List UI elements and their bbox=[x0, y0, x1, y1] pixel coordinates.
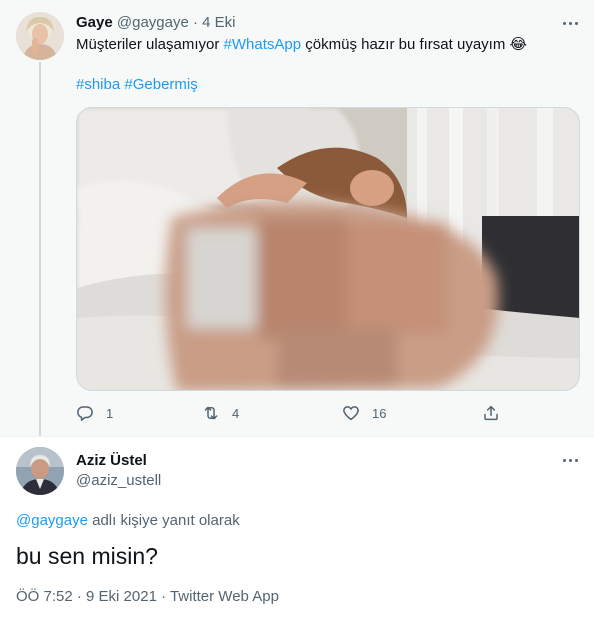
divider bbox=[0, 436, 594, 437]
laughing-emoji-icon: 😂 bbox=[509, 36, 528, 53]
tweet-text-start: Müşteriler ulaşamıyor bbox=[76, 36, 224, 53]
tweet-text: Müşteriler ulaşamıyor #WhatsApp çökmüş h… bbox=[76, 35, 527, 55]
replying-to-suffix: adlı kişiye yanıt olarak bbox=[87, 512, 240, 529]
author-handle[interactable]: @gaygaye bbox=[117, 14, 189, 31]
like-icon bbox=[343, 406, 359, 421]
share-button[interactable] bbox=[482, 402, 500, 424]
tweet-header: Gaye @gaygaye · 4 Eki bbox=[76, 13, 236, 33]
retweet-icon bbox=[204, 406, 218, 420]
reply-count: 1 bbox=[106, 405, 114, 421]
reply-text: bu sen misin? bbox=[16, 543, 158, 569]
replying-to-handle[interactable]: @gaygaye bbox=[16, 512, 88, 529]
parent-tweet[interactable]: Gaye @gaygaye · 4 Eki Müşteriler ulaşamı… bbox=[0, 0, 594, 436]
tweet-actions: 1 4 16 bbox=[76, 402, 580, 424]
reply-button[interactable]: 1 bbox=[76, 402, 113, 424]
hashtag-shiba[interactable]: #shiba bbox=[76, 76, 120, 93]
hashtag-gebermis[interactable]: #Gebermiş bbox=[124, 76, 197, 93]
like-count: 16 bbox=[372, 405, 387, 421]
thread-line bbox=[39, 62, 41, 436]
tweet-text-end: çökmüş hazır bu fırsat uyayım bbox=[301, 36, 510, 53]
share-icon bbox=[484, 405, 498, 421]
reply-icon bbox=[77, 406, 93, 421]
tweet-photo[interactable] bbox=[76, 107, 580, 391]
retweet-button[interactable]: 4 bbox=[202, 402, 239, 424]
more-icon[interactable] bbox=[558, 14, 582, 34]
hashtag-whatsapp[interactable]: #WhatsApp bbox=[224, 36, 302, 53]
tweet-date[interactable]: 4 Eki bbox=[202, 14, 235, 31]
retweet-count: 4 bbox=[232, 405, 240, 421]
reply-author-name[interactable]: Aziz Üstel bbox=[76, 451, 147, 471]
author-name[interactable]: Gaye bbox=[76, 14, 113, 31]
reply-avatar[interactable] bbox=[16, 447, 64, 495]
reply-timestamp[interactable]: ÖÖ 7:52 · 9 Eki 2021 · Twitter Web App bbox=[16, 587, 279, 607]
like-button[interactable]: 16 bbox=[342, 402, 386, 424]
reply-author-handle[interactable]: @aziz_ustell bbox=[76, 471, 161, 491]
replying-to: @gaygaye adlı kişiye yanıt olarak bbox=[16, 511, 240, 531]
hashtag-line: #shiba #Gebermiş bbox=[76, 75, 198, 95]
more-icon[interactable] bbox=[558, 451, 582, 471]
avatar[interactable] bbox=[16, 12, 64, 60]
header-separator: · bbox=[193, 14, 198, 31]
